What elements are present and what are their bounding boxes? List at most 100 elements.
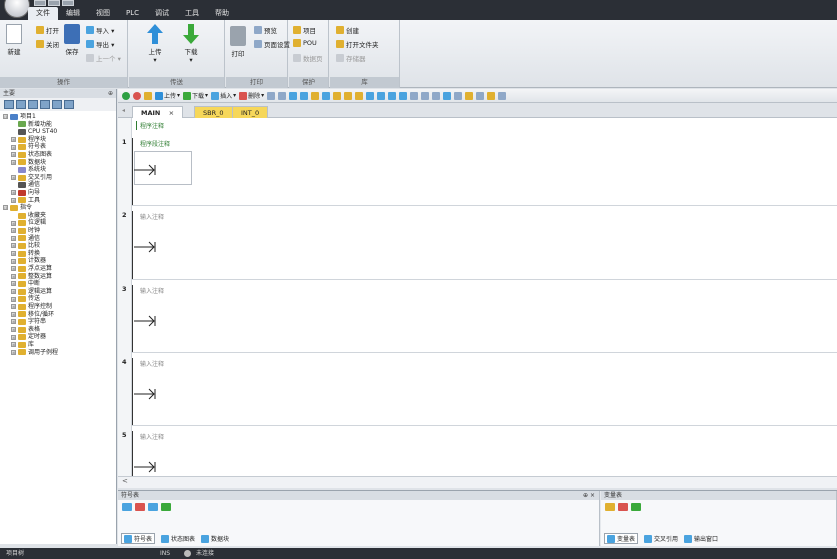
collapse-icon[interactable]: ⊟ (3, 205, 8, 211)
print-button[interactable]: 打印 (230, 26, 246, 58)
toolbar-icon[interactable] (355, 91, 364, 100)
toolbar-icon[interactable] (399, 91, 408, 100)
toolbar-icon[interactable] (322, 91, 331, 100)
export-button[interactable]: 导出 ▾ (86, 39, 114, 49)
menu-help[interactable]: 帮助 (207, 7, 237, 20)
empty-contact-arrow-icon[interactable] (134, 164, 158, 176)
run-icon[interactable] (122, 91, 130, 100)
tree-item[interactable]: ⊞ 数据块 (11, 159, 46, 167)
tree-tool-icon[interactable] (16, 100, 26, 109)
symbol-tool-icon[interactable] (135, 503, 145, 511)
menu-file[interactable]: 文件 (28, 7, 58, 20)
toolbar-icon[interactable] (465, 91, 474, 100)
tab-main[interactable]: MAIN × (132, 106, 184, 118)
tree-item[interactable]: ⊞ 库 (11, 341, 34, 349)
menu-edit[interactable]: 编辑 (58, 7, 88, 20)
tree-item[interactable]: ⊞ 状态图表 (11, 151, 52, 159)
tree-item[interactable]: ⊞ 工具 (11, 197, 40, 205)
tree-item[interactable]: ⊞ 符号表 (11, 143, 46, 151)
empty-contact-arrow-icon[interactable] (134, 461, 158, 473)
toolbar-icon[interactable] (410, 91, 419, 100)
program-comment[interactable]: 程序注释 (136, 121, 164, 130)
open-button[interactable]: 打开 (36, 25, 59, 35)
empty-contact-arrow-icon[interactable] (134, 315, 158, 327)
toolbar-icon[interactable] (432, 91, 441, 100)
symbol-tool-icon[interactable] (148, 503, 158, 511)
open-folder-button[interactable]: 打开文件夹 (336, 39, 379, 49)
toolbar-insert-button[interactable]: 插入 ▾ (211, 91, 236, 100)
tree-item[interactable]: ⊞ 移位/循环 (11, 311, 54, 319)
tab-cross-reference[interactable]: 交叉引用 (644, 534, 678, 543)
tree-item[interactable]: ⊞ 向导 (11, 189, 40, 197)
empty-contact-arrow-icon[interactable] (134, 388, 158, 400)
tree-item[interactable]: ⊞ 字符串 (11, 318, 46, 326)
tree-item[interactable]: ⊞ 浮点运算 (11, 265, 52, 273)
expand-icon[interactable]: ⊞ (11, 235, 16, 241)
expand-icon[interactable]: ⊞ (11, 175, 16, 181)
network-comment[interactable]: 输入注释 (140, 212, 164, 221)
expand-icon[interactable]: ⊞ (11, 304, 16, 310)
tab-int0[interactable]: INT_0 (232, 106, 269, 118)
toolbar-icon[interactable] (388, 91, 397, 100)
toolbar-download-button[interactable]: 下载 ▾ (183, 91, 208, 100)
expand-icon[interactable]: ⊞ (11, 220, 16, 226)
tab-scroll-left-icon[interactable]: ◂ (122, 107, 125, 114)
menu-debug[interactable]: 调试 (147, 7, 177, 20)
tree-item[interactable]: ⊞ 比较 (11, 242, 40, 250)
network-comment[interactable]: 输入注释 (140, 432, 164, 441)
tree-item[interactable]: ⊞ 中断 (11, 280, 40, 288)
quick-undo-icon[interactable] (48, 0, 60, 6)
tree-item[interactable]: ⊞ 位逻辑 (11, 219, 46, 227)
tree-item[interactable]: ⊞ 程序控制 (11, 303, 52, 311)
variable-tool-icon[interactable] (631, 503, 641, 511)
tab-status-chart[interactable]: 状态图表 (161, 534, 195, 543)
tree-item[interactable]: ⊞ 时钟 (11, 227, 40, 235)
menu-plc[interactable]: PLC (118, 7, 147, 20)
toolbar-icon[interactable] (421, 91, 430, 100)
create-library-button[interactable]: 创建 (336, 25, 359, 35)
import-button[interactable]: 导入 ▾ (86, 25, 114, 35)
tree-item[interactable]: ⊟ 指令 (3, 204, 32, 212)
toolbar-upload-button[interactable]: 上传 ▾ (155, 91, 180, 100)
download-button[interactable]: 下载 ▾ (183, 24, 199, 64)
tree-item[interactable]: ⊞ 通信 (11, 235, 40, 243)
compile-icon[interactable] (144, 91, 152, 100)
tab-output-window[interactable]: 输出窗口 (684, 534, 718, 543)
toolbar-icon[interactable] (344, 91, 353, 100)
expand-icon[interactable]: ⊞ (11, 273, 16, 279)
network-comment[interactable]: 输入注释 (140, 359, 164, 368)
stop-icon[interactable] (133, 91, 141, 100)
close-button[interactable]: 关闭 (36, 39, 59, 49)
expand-icon[interactable]: ⊞ (11, 144, 16, 150)
variable-tool-icon[interactable] (618, 503, 628, 511)
toolbar-icon[interactable] (278, 91, 287, 100)
toolbar-icon[interactable] (476, 91, 485, 100)
quick-save-icon[interactable] (34, 0, 46, 6)
toolbar-icon[interactable] (366, 91, 375, 100)
expand-icon[interactable]: ⊞ (11, 349, 16, 355)
tree-item[interactable]: ⊞ 定时器 (11, 333, 46, 341)
tree-item[interactable]: 通信 (11, 181, 40, 189)
expand-icon[interactable]: ⊞ (11, 243, 16, 249)
expand-icon[interactable]: ⊞ (11, 327, 16, 333)
symbol-tool-icon[interactable] (161, 503, 171, 511)
expand-icon[interactable]: ⊞ (11, 319, 16, 325)
menu-view[interactable]: 视图 (88, 7, 118, 20)
tree-tool-icon[interactable] (4, 100, 14, 109)
expand-icon[interactable]: ⊞ (11, 311, 16, 317)
scroll-left-icon[interactable]: < (122, 477, 128, 485)
toolbar-icon[interactable] (333, 91, 342, 100)
panel-pin-close-icon[interactable]: ⊕ × (583, 491, 595, 500)
ladder-editor[interactable]: 程序注释 1 程序段注释 2 输入注释 3 输入注释 4 输入注释 5 输入注释 (118, 118, 837, 476)
tab-variable-table[interactable]: 变量表 (604, 533, 639, 544)
toolbar-icon[interactable] (267, 91, 276, 100)
menu-tools[interactable]: 工具 (177, 7, 207, 20)
collapse-icon[interactable]: ⊟ (3, 114, 8, 120)
expand-icon[interactable]: ⊞ (11, 137, 16, 143)
tree-item[interactable]: CPU ST40 (11, 128, 57, 136)
toolbar-icon[interactable] (454, 91, 463, 100)
pou-protect-button[interactable]: POU (293, 39, 317, 47)
expand-icon[interactable]: ⊞ (11, 251, 16, 257)
close-tab-icon[interactable]: × (169, 109, 174, 117)
page-setup-button[interactable]: 页面设置 (254, 39, 290, 49)
